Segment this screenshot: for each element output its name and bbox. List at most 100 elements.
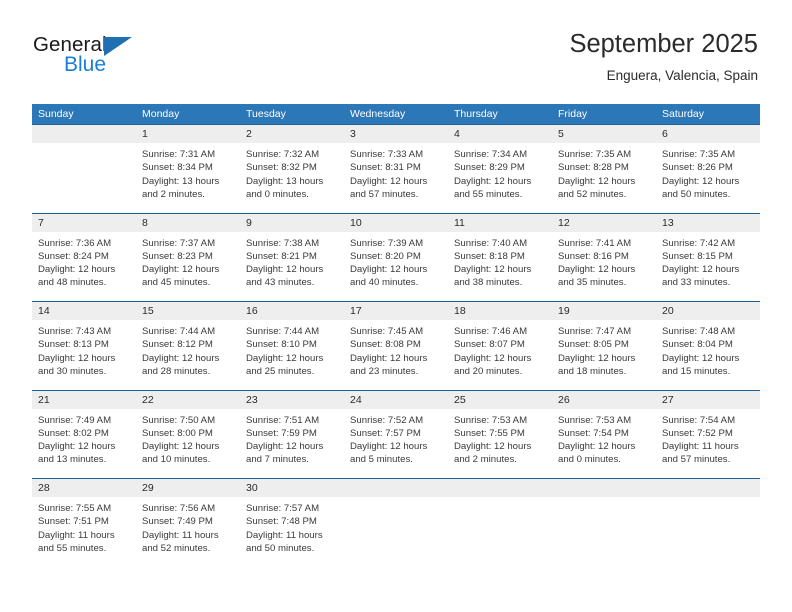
day-info-line: Sunrise: 7:45 AM [350,326,424,337]
day-number: 10 [350,216,362,229]
calendar-day-cell-19[interactable]: 19 Sunrise: 7:47 AM Sunset: 8:05 PM Dayligh… [552,302,656,390]
day-of-week-header-monday: Monday [142,108,180,120]
day-info-line: Sunrise: 7:41 AM [558,237,632,249]
day-sun-info: Sunrise: 7:44 AM Sunset: 8:12 PM Daylight:… [136,320,240,378]
day-number: 21 [38,393,50,406]
calendar-day-cell-27[interactable]: 27 Sunrise: 7:54 AM Sunset: 7:52 PM Dayligh… [656,390,760,478]
calendar-day-cell-9[interactable]: 9 Sunrise: 7:38 AM Sunset: 8:21 PM Daylight… [240,213,344,301]
day-info-line: Sunset: 8:10 PM [246,339,317,351]
calendar-day-cell-24[interactable]: 24 Sunrise: 7:52 AM Sunset: 7:57 PM Dayligh… [344,390,448,478]
calendar-day-cell-18[interactable]: 18 Sunrise: 7:46 AM Sunset: 8:07 PM Dayligh… [448,302,552,390]
day-number-band [32,125,136,143]
calendar-day-cell-1[interactable]: 1 Sunrise: 7:31 AM Sunset: 8:34 PM Daylight… [136,125,240,213]
day-sun-info: Sunrise: 7:39 AM Sunset: 8:20 PM Daylight:… [344,232,448,290]
calendar-day-cell-8[interactable]: 8 Sunrise: 7:37 AM Sunset: 8:23 PM Daylight… [136,213,240,301]
day-info-line: and 2 minutes. [142,188,205,200]
calendar-week-row: 7 Sunrise: 7:36 AM Sunset: 8:24 PM Daylight… [32,212,760,301]
day-info-line: Sunset: 8:26 PM [662,162,733,174]
title-block: September 2025 Enguera, Valencia, Spain [569,30,758,83]
day-info-line: Daylight: 11 hours [246,529,323,541]
day-info-line: Sunrise: 7:40 AM [454,237,528,249]
day-info-line: Sunrise: 7:32 AM [246,149,320,160]
calendar-day-cell-23[interactable]: 23 Sunrise: 7:51 AM Sunset: 7:59 PM Dayligh… [240,390,344,478]
day-number: 9 [246,216,252,229]
day-number: 19 [558,305,570,317]
calendar-day-cell-30[interactable]: 30 Sunrise: 7:57 AM Sunset: 7:48 PM Dayligh… [240,479,344,567]
calendar-day-cell-4[interactable]: 4 Sunrise: 7:34 AM Sunset: 8:29 PM Daylight… [448,125,552,213]
day-info-line: and 13 minutes. [38,454,107,466]
day-info-line: Daylight: 12 hours [662,175,740,187]
calendar-day-cell-empty [32,125,136,213]
day-info-line: Sunset: 7:55 PM [454,427,525,439]
calendar-day-cell-10[interactable]: 10 Sunrise: 7:39 AM Sunset: 8:20 PM Dayligh… [344,213,448,301]
day-info-line: Sunset: 8:04 PM [662,339,733,351]
calendar-day-cell-29[interactable]: 29 Sunrise: 7:56 AM Sunset: 7:49 PM Dayligh… [136,479,240,567]
day-info-line: Sunset: 7:59 PM [246,427,317,439]
day-number-band: 16 [240,302,344,320]
logo-triangle-icon [104,37,132,56]
calendar-day-cell-7[interactable]: 7 Sunrise: 7:36 AM Sunset: 8:24 PM Daylight… [32,213,136,301]
calendar-day-cell-20[interactable]: 20 Sunrise: 7:48 AM Sunset: 8:04 PM Dayligh… [656,302,760,390]
day-info-line: Sunset: 8:32 PM [246,162,317,174]
day-info-line: Daylight: 12 hours [246,352,324,364]
day-info-line: Sunset: 8:13 PM [38,339,109,351]
calendar-day-cell-17[interactable]: 17 Sunrise: 7:45 AM Sunset: 8:08 PM Dayligh… [344,302,448,390]
calendar-page: General Blue September 2025 Enguera, Val… [0,0,792,612]
day-info-line: and 25 minutes. [246,365,315,377]
day-info-line: Daylight: 13 hours [142,175,220,187]
calendar-day-cell-26[interactable]: 26 Sunrise: 7:53 AM Sunset: 7:54 PM Dayligh… [552,390,656,478]
calendar-day-cell-14[interactable]: 14 Sunrise: 7:43 AM Sunset: 8:13 PM Dayligh… [32,302,136,390]
day-sun-info: Sunrise: 7:55 AM Sunset: 7:51 PM Daylight:… [32,497,136,555]
calendar-weeks: 1 Sunrise: 7:31 AM Sunset: 8:34 PM Daylight… [32,124,760,567]
day-info-line: and 38 minutes. [454,277,523,289]
calendar-day-cell-11[interactable]: 11 Sunrise: 7:40 AM Sunset: 8:18 PM Dayligh… [448,213,552,301]
day-info-line: and 15 minutes. [662,365,731,377]
day-of-week-header-wednesday: Wednesday [350,108,406,120]
day-info-line: Sunrise: 7:31 AM [142,149,216,160]
day-info-line: Sunrise: 7:56 AM [142,503,216,514]
day-info-line: Sunrise: 7:48 AM [662,326,736,337]
day-info-line: Daylight: 12 hours [350,175,428,187]
day-number-band: 17 [344,302,448,320]
day-sun-info: Sunrise: 7:51 AM Sunset: 7:59 PM Daylight:… [240,409,344,467]
day-number: 8 [142,216,148,229]
calendar-day-cell-22[interactable]: 22 Sunrise: 7:50 AM Sunset: 8:00 PM Dayligh… [136,390,240,478]
day-info-line: Daylight: 12 hours [246,441,324,453]
day-info-line: Sunset: 8:16 PM [558,250,629,262]
day-sun-info: Sunrise: 7:35 AM Sunset: 8:28 PM Daylight:… [552,143,656,201]
day-number: 5 [558,128,564,140]
day-info-line: Sunrise: 7:39 AM [350,237,424,249]
day-number: 6 [662,128,668,140]
day-info-line: Daylight: 12 hours [38,264,116,276]
day-info-line: Sunrise: 7:35 AM [558,149,632,160]
day-number-band: 15 [136,302,240,320]
day-info-line: Sunset: 7:49 PM [142,516,213,528]
day-info-line: and 10 minutes. [142,454,211,466]
calendar-day-cell-16[interactable]: 16 Sunrise: 7:44 AM Sunset: 8:10 PM Dayligh… [240,302,344,390]
day-number-band: 29 [136,479,240,497]
calendar-day-cell-28[interactable]: 28 Sunrise: 7:55 AM Sunset: 7:51 PM Dayligh… [32,479,136,567]
calendar-day-cell-21[interactable]: 21 Sunrise: 7:49 AM Sunset: 8:02 PM Dayligh… [32,390,136,478]
calendar-day-cell-6[interactable]: 6 Sunrise: 7:35 AM Sunset: 8:26 PM Daylight… [656,125,760,213]
day-sun-info: Sunrise: 7:38 AM Sunset: 8:21 PM Daylight:… [240,232,344,290]
day-number: 27 [662,393,674,406]
day-number: 7 [38,216,44,229]
calendar-day-cell-2[interactable]: 2 Sunrise: 7:32 AM Sunset: 8:32 PM Daylight… [240,125,344,213]
day-number-band: 18 [448,302,552,320]
calendar-week-row: 1 Sunrise: 7:31 AM Sunset: 8:34 PM Daylight… [32,124,760,213]
calendar-day-cell-12[interactable]: 12 Sunrise: 7:41 AM Sunset: 8:16 PM Dayligh… [552,213,656,301]
day-info-line: Daylight: 13 hours [246,175,324,187]
day-info-line: Sunrise: 7:37 AM [142,237,216,249]
calendar-day-cell-15[interactable]: 15 Sunrise: 7:44 AM Sunset: 8:12 PM Dayligh… [136,302,240,390]
calendar-day-cell-13[interactable]: 13 Sunrise: 7:42 AM Sunset: 8:15 PM Dayligh… [656,213,760,301]
calendar-day-cell-3[interactable]: 3 Sunrise: 7:33 AM Sunset: 8:31 PM Daylight… [344,125,448,213]
calendar-day-cell-5[interactable]: 5 Sunrise: 7:35 AM Sunset: 8:28 PM Daylight… [552,125,656,213]
day-sun-info: Sunrise: 7:31 AM Sunset: 8:34 PM Daylight:… [136,143,240,201]
general-blue-logo[interactable]: General Blue [33,33,203,83]
day-info-line: Sunset: 7:57 PM [350,427,421,439]
day-info-line: Sunrise: 7:51 AM [246,414,320,426]
day-info-line: Sunrise: 7:49 AM [38,414,112,426]
day-info-line: Daylight: 12 hours [558,175,636,187]
day-sun-info: Sunrise: 7:56 AM Sunset: 7:49 PM Daylight:… [136,497,240,555]
calendar-day-cell-25[interactable]: 25 Sunrise: 7:53 AM Sunset: 7:55 PM Dayligh… [448,390,552,478]
